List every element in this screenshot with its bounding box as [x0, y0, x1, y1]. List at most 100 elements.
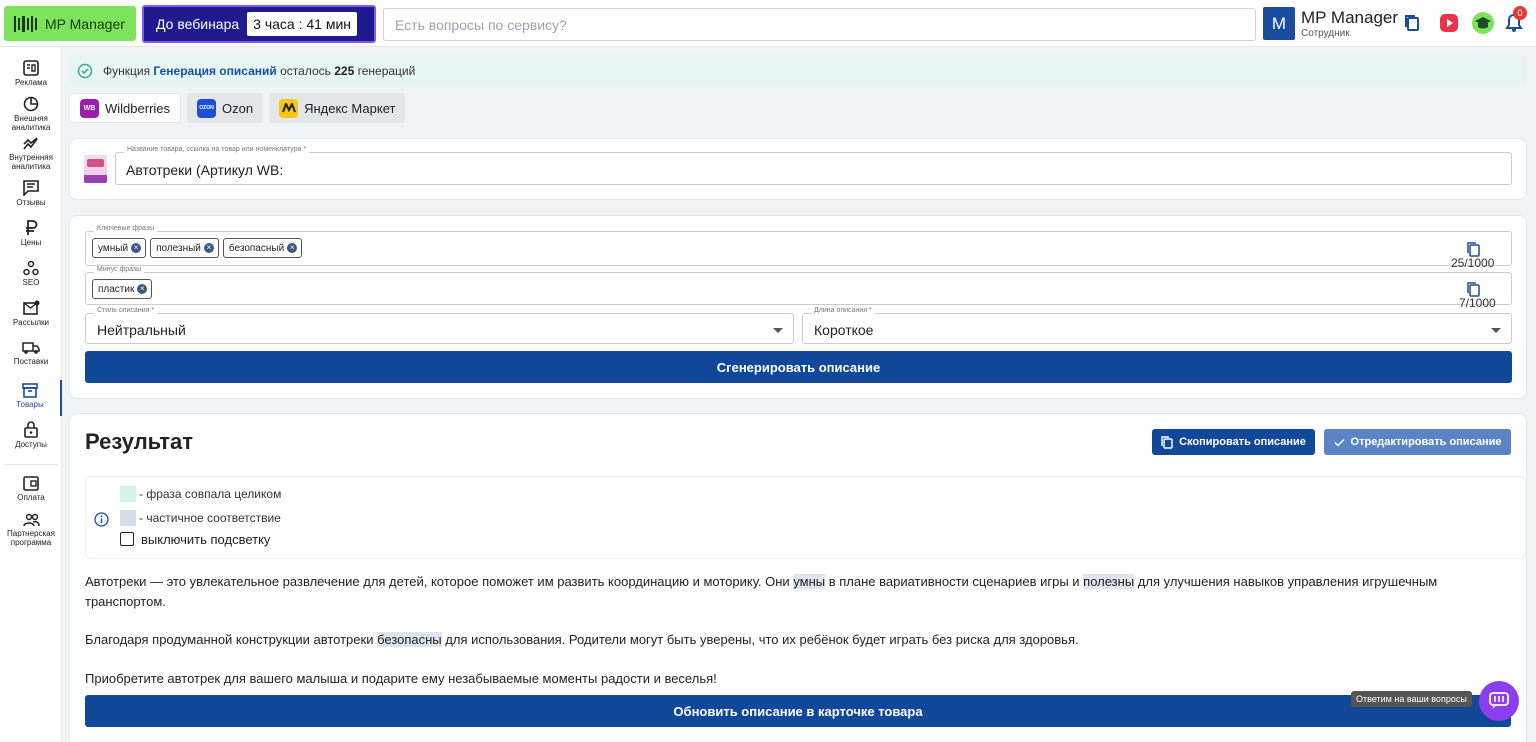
- barcode-icon: [14, 15, 37, 32]
- ads-icon: [23, 60, 39, 76]
- alert-feature-name: Генерация описаний: [153, 63, 277, 78]
- sidebar-item-seo[interactable]: SEO: [0, 260, 62, 287]
- copy-description-button[interactable]: Скопировать описание: [1152, 429, 1315, 455]
- style-value: Нейтральный: [97, 322, 186, 338]
- sidebar-item-reviews[interactable]: Отзывы: [0, 180, 62, 207]
- top-bar: MP Manager До вебинара 3 часа : 41 мин Е…: [0, 0, 1536, 47]
- sidebar-item-label: Отзывы: [16, 198, 46, 207]
- copy-icon[interactable]: [1467, 242, 1480, 257]
- chevron-down-icon: [773, 328, 783, 333]
- partial-match-highlight: полезны: [1083, 574, 1135, 589]
- sidebar-item-label: Товары: [16, 400, 44, 409]
- minus-phrase-chip[interactable]: пластик ×: [92, 279, 153, 299]
- sidebar-item-mailings[interactable]: Рассылки: [0, 300, 62, 327]
- check-circle-icon: [77, 63, 93, 78]
- logo-text: MP Manager: [45, 15, 125, 32]
- minus-phrases-label: Минус фразы: [94, 266, 145, 273]
- ruble-icon: [26, 220, 38, 235]
- edit-description-label: Отредактировать описание: [1350, 436, 1502, 448]
- sidebar-item-label: Оплата: [17, 493, 45, 502]
- copy-icon: [1161, 435, 1173, 449]
- remove-chip-icon[interactable]: ×: [137, 284, 148, 294]
- tab-wildberries[interactable]: WB Wildberries: [69, 93, 182, 123]
- support-chat-button[interactable]: [1479, 681, 1519, 721]
- description-paragraph-1: Автотреки — это увлекательное развлечени…: [85, 574, 1438, 609]
- sidebar-item-prices[interactable]: Цены: [0, 220, 62, 247]
- sidebar-item-shipments[interactable]: Поставки: [0, 341, 62, 366]
- copy-icon[interactable]: [1401, 12, 1423, 34]
- remove-chip-icon[interactable]: ×: [287, 243, 298, 253]
- seo-icon: [23, 260, 39, 276]
- minus-chips: пластик ×: [92, 279, 156, 299]
- help-tooltip: Ответим на ваши вопросы: [1351, 691, 1472, 707]
- webinar-countdown[interactable]: До вебинара 3 часа : 41 мин: [142, 5, 376, 43]
- style-label: Стиль описания *: [94, 307, 158, 314]
- keywords-counter: 25/1000: [1451, 256, 1495, 270]
- graduation-cap-icon[interactable]: [1472, 12, 1494, 34]
- sidebar-item-ads[interactable]: Реклама: [0, 60, 62, 87]
- box-icon: [22, 383, 38, 398]
- webinar-timer: 3 часа : 41 мин: [247, 12, 358, 36]
- truck-icon: [22, 342, 40, 354]
- chat-icon: [1489, 692, 1509, 709]
- product-name-field[interactable]: Название товара, ссылка на товар или ном…: [115, 146, 1512, 185]
- wallet-icon: [23, 476, 39, 491]
- avatar[interactable]: M: [1263, 7, 1295, 40]
- sidebar-item-payment[interactable]: Оплата: [0, 476, 62, 502]
- notification-count-badge: 0: [1513, 6, 1527, 20]
- keyword-chip[interactable]: безопасный ×: [222, 238, 303, 258]
- sidebar-item-access[interactable]: Доступы: [0, 421, 62, 449]
- keyword-chips: умный × полезный × безопасный ×: [92, 238, 306, 258]
- sidebar-item-partners[interactable]: Партнерская программа: [0, 513, 62, 547]
- generate-description-button[interactable]: Сгенерировать описание: [85, 351, 1512, 383]
- remove-chip-icon[interactable]: ×: [131, 243, 142, 253]
- youtube-icon[interactable]: [1438, 12, 1460, 34]
- remove-chip-icon[interactable]: ×: [203, 243, 214, 253]
- full-match-swatch: [120, 486, 136, 502]
- disable-highlight-label[interactable]: выключить подсветку: [141, 532, 270, 547]
- sidebar-item-label: Цены: [20, 238, 42, 247]
- style-select[interactable]: Стиль описания * Нейтральный: [85, 307, 794, 344]
- sidebar-divider: [4, 464, 58, 465]
- tab-ozon[interactable]: OZON Ozon: [187, 93, 264, 123]
- sidebar-item-external-analytics[interactable]: Внешняя аналитика: [0, 96, 62, 132]
- sidebar-item-label: Партнерская программа: [7, 529, 55, 547]
- keywords-field[interactable]: Ключевые фразы умный × полезный × безопасн…: [85, 225, 1512, 266]
- partial-match-highlight: умны: [793, 574, 826, 589]
- trend-icon: [23, 137, 38, 150]
- copy-description-label: Скопировать описание: [1179, 436, 1306, 448]
- generation-quota-alert: Функция Генерация описаний осталось 225 …: [69, 55, 1527, 86]
- sidebar: Реклама Внешняя аналитика Внутренняя ана…: [0, 47, 62, 742]
- update-card-description-button[interactable]: Обновить описание в карточке товара: [85, 695, 1511, 727]
- tab-yandex-market[interactable]: Яндекс Маркет: [269, 93, 406, 123]
- user-role: Сотрудник: [1301, 28, 1350, 39]
- ozon-logo-icon: OZON: [197, 98, 217, 118]
- alert-text: Функция Генерация описаний осталось 225 …: [103, 63, 416, 78]
- sidebar-item-products[interactable]: Товары: [0, 380, 62, 416]
- edit-description-button[interactable]: Отредактировать описание: [1324, 429, 1511, 455]
- partial-match-highlight: безопасны: [377, 632, 442, 647]
- sidebar-item-internal-analytics[interactable]: Внутренняя аналитика: [0, 137, 62, 171]
- marketplace-tabs: WB Wildberries OZON Ozon Яндекс Маркет: [69, 93, 406, 123]
- length-select[interactable]: Длина описания * Короткое: [802, 307, 1512, 344]
- minus-phrases-counter: 7/1000: [1459, 296, 1496, 310]
- chevron-down-icon: [1491, 328, 1501, 333]
- length-value: Короткое: [814, 322, 874, 338]
- keyword-chip[interactable]: полезный ×: [150, 238, 219, 258]
- pie-chart-icon: [23, 96, 39, 112]
- search-input[interactable]: Есть вопросы по сервису?: [383, 8, 1256, 41]
- mail-icon: [22, 300, 39, 315]
- keywords-label: Ключевые фразы: [94, 225, 158, 232]
- disable-highlight-checkbox[interactable]: [120, 532, 134, 546]
- info-icon: [94, 512, 109, 527]
- partial-match-legend-text: - частичное соответствие: [139, 511, 281, 525]
- tab-label: Ozon: [222, 100, 254, 116]
- description-paragraph-3: Приобретите автотрек для вашего малыша и…: [85, 671, 717, 686]
- minus-phrases-field[interactable]: Минус фразы пластик ×: [85, 266, 1512, 305]
- copy-icon[interactable]: [1467, 282, 1480, 297]
- wildberries-logo-icon: WB: [80, 98, 99, 118]
- app-logo[interactable]: MP Manager: [4, 6, 136, 41]
- sidebar-item-label: Поставки: [13, 357, 49, 366]
- keyword-chip[interactable]: умный ×: [92, 238, 147, 258]
- length-label: Длина описания *: [811, 307, 875, 314]
